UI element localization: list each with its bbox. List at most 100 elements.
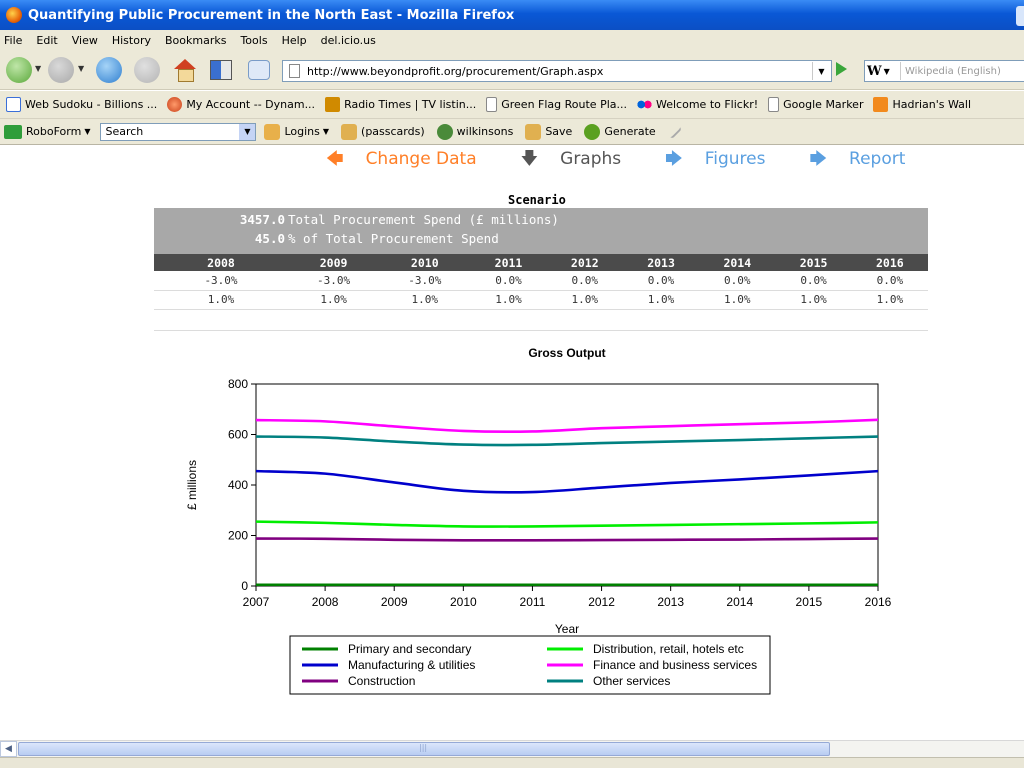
bookmark-item[interactable]: Google Marker [768,97,863,112]
address-dropdown-icon[interactable]: ▼ [812,62,830,80]
menu-bookmarks[interactable]: Bookmarks [165,34,226,47]
table-cell: 1.0% [288,290,380,310]
chevron-down-icon[interactable]: ▼ [239,123,256,140]
roboform-search-input[interactable]: Search ▼ [100,122,257,141]
x-tick-label: 2008 [312,595,339,609]
roboform-wilkinsons[interactable]: wilkinsons [436,123,513,140]
bookmarks-toolbar: Web Sudoku - Billions ... My Account -- … [0,91,1024,119]
year-header: 2016 [851,254,928,271]
google-icon [6,97,21,112]
graphs-label: Graphs [560,149,622,169]
passcards-icon [341,123,358,140]
bookmark-item[interactable]: Radio Times | TV listin... [325,97,476,112]
table-cell: 1.0% [379,290,471,310]
passcards-label: (passcards) [361,125,425,138]
menu-bar: File Edit View History Bookmarks Tools H… [0,30,1024,50]
year-header: 2012 [546,254,623,271]
search-bar[interactable]: W ▼ Wikipedia (English) [864,60,1024,82]
title-bar[interactable]: Quantifying Public Procurement in the No… [0,0,1024,30]
go-arrow-icon[interactable] [836,62,847,76]
bookmark-item[interactable]: Hadrian's Wall [873,97,971,112]
search-placeholder: Wikipedia (English) [905,65,1001,77]
right-arrow-icon: 🡆 [665,149,683,169]
menu-view[interactable]: View [72,34,98,47]
rss-icon [873,97,889,112]
stop-icon[interactable] [134,57,160,83]
bookmark-item[interactable]: Welcome to Flickr! [637,97,758,112]
scrollbar-thumb[interactable] [18,742,830,756]
bookmark-label: Hadrian's Wall [892,98,972,111]
reload-icon[interactable] [96,57,122,83]
scenario-table: 2008 2009 2010 2011 2012 2013 2014 2015 … [154,254,928,310]
roboform-generate[interactable]: Generate [584,123,656,140]
menu-history[interactable]: History [112,34,151,47]
spend-label: Total Procurement Spend (£ millions) [288,212,559,227]
table-cell: 1.0% [699,290,776,310]
roboform-passcards[interactable]: (passcards) [341,123,425,140]
flickr-icon [637,97,652,112]
globe-icon [167,97,183,112]
figures-link[interactable]: 🡆 Figures [665,146,787,175]
table-cell: -3.0% [379,271,471,291]
roboform-toolbar: RoboForm ▼ Search ▼ Logins ▼ (passcards) wi… [0,119,1024,145]
roboform-edit[interactable] [667,124,686,139]
forward-history-dropdown-icon[interactable]: ▼ [78,64,84,73]
generate-label: Generate [604,125,656,138]
menu-help[interactable]: Help [282,34,307,47]
table-cell: 1.0% [775,290,852,310]
x-tick-label: 2014 [726,595,753,609]
series-line [255,537,879,542]
report-link[interactable]: 🡆 Report [809,146,927,175]
table-row: -3.0% -3.0% -3.0% 0.0% 0.0% 0.0% 0.0% 0.… [154,271,928,291]
bookmark-label: Radio Times | TV listin... [344,98,477,111]
menu-edit[interactable]: Edit [36,34,57,47]
y-tick-label: 800 [228,377,248,391]
menu-tools[interactable]: Tools [240,34,267,47]
bookmark-item[interactable]: My Account -- Dynam... [167,97,315,112]
logins-label: Logins [284,125,320,138]
change-data-label: Change Data [365,149,477,169]
chart-svg: Gross Output 0 200 400 600 800 2007 2008 2009 201… [185,346,892,695]
wikipedia-icon[interactable]: W ▼ [867,62,901,80]
scroll-left-arrow-icon[interactable]: ◀ [0,741,17,757]
taskbar-strip [0,757,1024,768]
year-header: 2008 [154,254,288,271]
bookmark-item[interactable]: Web Sudoku - Billions ... [6,97,157,112]
scenario-header: 3457.0 Total Procurement Spend (£ million… [154,208,928,254]
table-cell: 1.0% [622,290,700,310]
table-cell: 0.0% [851,271,928,291]
roboform-button[interactable]: RoboForm ▼ [4,124,90,139]
forward-arrow-icon[interactable] [48,57,74,83]
legend-label: Other services [593,674,670,688]
change-data-link[interactable]: 🡄 Change Data [326,146,499,175]
roboform-save[interactable]: Save [525,123,572,140]
series-line [255,520,879,528]
gross-output-chart: Gross Output 0 200 400 600 800 2007 2008 2009 201… [160,336,920,726]
bookmark-label: Green Flag Route Pla... [501,98,627,111]
roboform-logins[interactable]: Logins ▼ [264,123,329,140]
right-arrow-icon: 🡆 [809,149,828,169]
year-header: 2009 [288,254,380,271]
graphs-link[interactable]: 🡇 Graphs [521,146,644,175]
menu-file[interactable]: File [4,34,22,47]
home-icon[interactable] [172,57,198,83]
back-history-dropdown-icon[interactable]: ▼ [35,64,41,73]
horizontal-scrollbar[interactable]: ◀ [0,740,1024,757]
table-cell: 0.0% [546,271,623,291]
figures-label: Figures [704,149,766,169]
table-cell: -3.0% [288,271,380,291]
logins-icon [264,123,281,140]
year-header-row: 2008 2009 2010 2011 2012 2013 2014 2015 … [154,254,928,271]
tag-icon[interactable] [248,60,270,80]
rt-icon [325,97,341,112]
table-cell: 0.0% [775,271,852,291]
back-arrow-icon[interactable] [6,57,32,83]
scenario-panel: 3457.0 Total Procurement Spend (£ million… [154,208,928,310]
window-controls[interactable] [1016,6,1024,26]
bookmark-item[interactable]: Green Flag Route Pla... [486,97,627,112]
screen-grab-icon[interactable] [210,60,232,80]
menu-delicious[interactable]: del.icio.us [321,34,376,47]
x-tick-label: 2011 [520,595,546,609]
address-bar[interactable]: http://www.beyondprofit.org/procurement/… [282,60,832,82]
x-tick-label: 2007 [243,595,270,609]
